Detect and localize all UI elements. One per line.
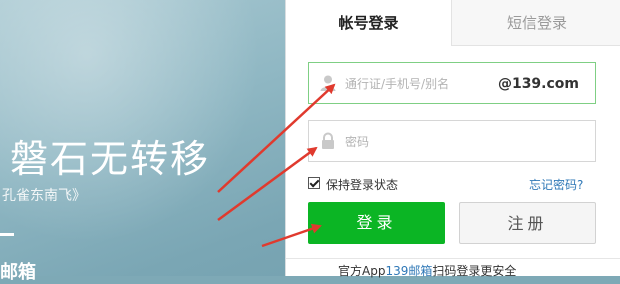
- tab-account-login[interactable]: 帐号登录: [286, 0, 451, 48]
- password-field[interactable]: [308, 120, 596, 163]
- username-field[interactable]: @139.com: [308, 62, 596, 105]
- register-button[interactable]: 注册: [459, 202, 596, 244]
- brand-text: 邮箱: [0, 262, 36, 283]
- login-panel: 帐号登录 短信登录 @139.com 保持登录状态 忘记密码? 登录 注册 官方…: [285, 0, 620, 279]
- remember-label: 保持登录状态: [326, 178, 399, 192]
- login-tabs: 帐号登录 短信登录: [286, 0, 620, 48]
- lock-icon: [322, 132, 334, 149]
- poem-title: 磐石无转移: [10, 137, 211, 181]
- divider: [0, 233, 14, 236]
- user-icon: [320, 75, 336, 91]
- username-input[interactable]: [343, 63, 517, 105]
- tab-sms-login[interactable]: 短信登录: [451, 0, 620, 46]
- footer-divider: [286, 258, 620, 259]
- poem-source: 孔雀东南飞》: [2, 188, 86, 204]
- login-button[interactable]: 登录: [308, 202, 445, 244]
- forgot-password-link[interactable]: 忘记密码?: [529, 176, 583, 193]
- email-domain-suffix: @139.com: [497, 76, 579, 92]
- remember-checkbox[interactable]: [308, 177, 320, 189]
- password-input[interactable]: [343, 121, 517, 163]
- app-qr-hint: 官方App139邮箱扫码登录更安全: [338, 262, 516, 279]
